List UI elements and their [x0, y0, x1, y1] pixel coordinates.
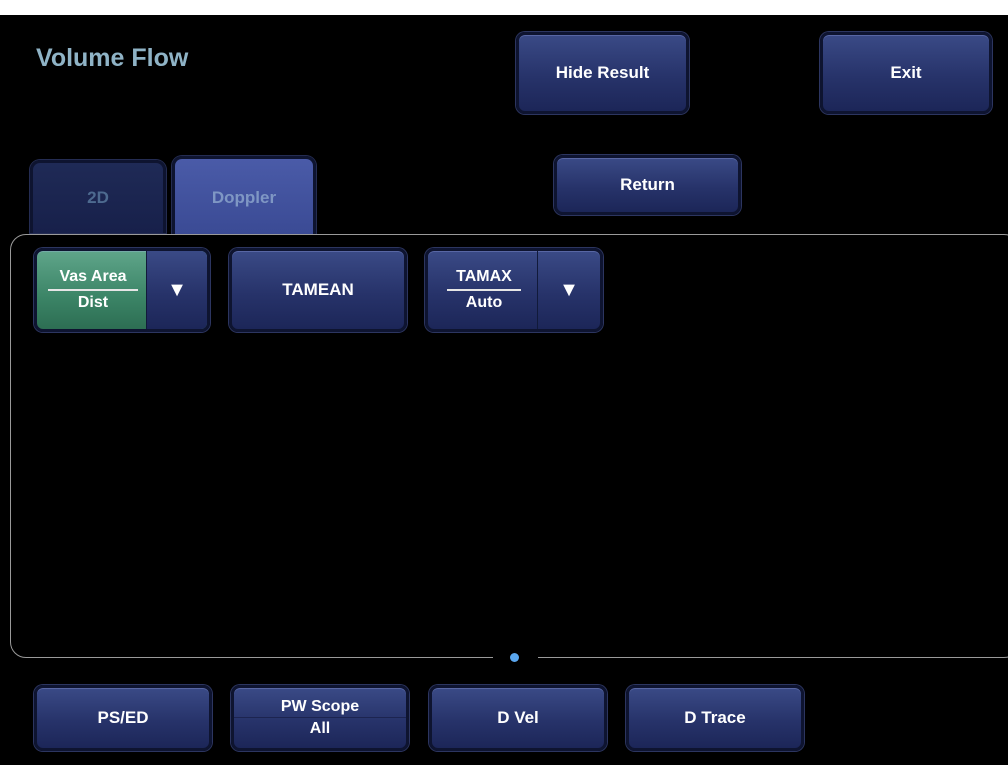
pw-scope-label: PW Scope: [280, 698, 360, 715]
triangle-down-icon: ▼: [167, 278, 187, 301]
return-label: Return: [620, 175, 675, 194]
tab-doppler-label: Doppler: [211, 187, 277, 207]
exit-button[interactable]: Exit: [820, 32, 992, 114]
page-indicator-dot[interactable]: [510, 653, 519, 662]
vas-area-label: Vas Area: [59, 268, 127, 285]
ps-ed-label: PS/ED: [97, 708, 149, 727]
hide-result-button[interactable]: Hide Result: [516, 32, 689, 114]
pw-scope-text: PW Scope All: [234, 697, 406, 739]
dist-label: Dist: [77, 294, 109, 311]
page-title: Volume Flow: [36, 44, 189, 72]
vas-area-dist-button[interactable]: Vas Area Dist ▼: [34, 248, 210, 332]
auto-label: Auto: [465, 294, 503, 311]
pw-scope-button[interactable]: PW Scope All: [231, 685, 409, 751]
return-button[interactable]: Return: [554, 155, 741, 215]
tamax-dropdown-toggle[interactable]: ▼: [537, 251, 600, 329]
tamean-button[interactable]: TAMEAN: [229, 248, 407, 332]
tamax-auto-text: TAMAX Auto: [428, 251, 540, 329]
d-vel-button[interactable]: D Vel: [429, 685, 607, 751]
tamax-divider: [447, 289, 521, 291]
tamax-auto-button[interactable]: TAMAX Auto ▼: [425, 248, 603, 332]
tamax-label: TAMAX: [456, 268, 512, 285]
ps-ed-button[interactable]: PS/ED: [34, 685, 212, 751]
d-trace-button[interactable]: D Trace: [626, 685, 804, 751]
vas-area-dist-text: Vas Area Dist: [37, 251, 149, 329]
vas-area-dropdown-toggle[interactable]: ▼: [146, 251, 207, 329]
tamean-label: TAMEAN: [282, 280, 354, 299]
tab-2d-label: 2D: [87, 188, 109, 207]
exit-label: Exit: [890, 63, 922, 82]
triangle-down-icon: ▼: [559, 278, 579, 301]
tab-doppler[interactable]: Doppler: [172, 156, 316, 236]
pw-scope-divider: [234, 717, 406, 718]
tab-2d[interactable]: 2D: [30, 160, 166, 233]
d-vel-label: D Vel: [497, 708, 539, 727]
vas-area-divider: [48, 289, 138, 291]
pw-scope-value: All: [309, 720, 331, 737]
hide-result-label: Hide Result: [555, 63, 650, 82]
d-trace-label: D Trace: [684, 708, 746, 727]
